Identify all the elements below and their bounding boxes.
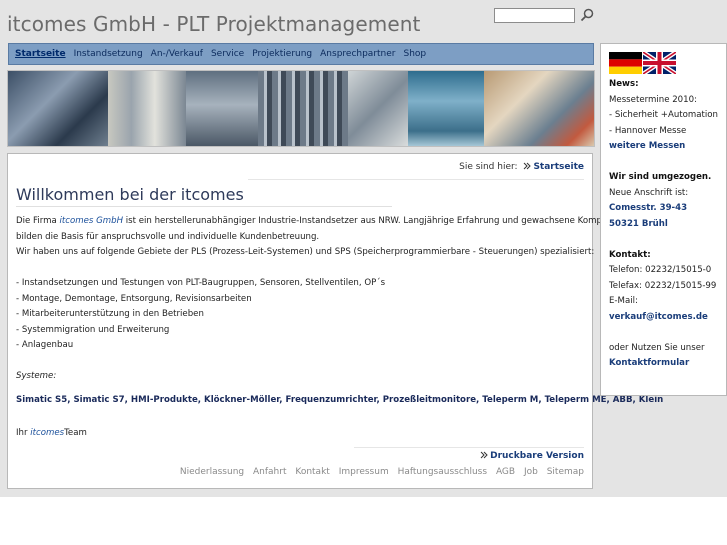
brand-name: itcomes bbox=[30, 427, 65, 438]
systems-label: Systeme: bbox=[16, 371, 57, 381]
news-title: News: bbox=[609, 79, 639, 89]
intro-text-part: Wir haben uns auf folgende Gebiete der P… bbox=[16, 247, 595, 257]
list-item: - Mitarbeiterunterstützung in den Betrie… bbox=[16, 309, 204, 319]
divider bbox=[248, 179, 584, 180]
news-line: - Sicherheit +Automation bbox=[609, 110, 718, 120]
list-item: - Anlagenbau bbox=[16, 340, 74, 350]
brand-name: itcomes GmbH bbox=[59, 216, 124, 226]
footer-link-anfahrt[interactable]: Anfahrt bbox=[253, 467, 286, 477]
contact-fax: Telefax: 02232/15015-99 bbox=[609, 280, 717, 291]
address-street: Comesstr. 39-43 bbox=[609, 203, 688, 213]
intro-text-part: Die Firma bbox=[16, 216, 57, 226]
contact-form-link[interactable]: Kontaktformular bbox=[609, 356, 727, 372]
search-input[interactable] bbox=[494, 8, 575, 23]
breadcrumb-prefix: Sie sind hier: bbox=[459, 162, 518, 172]
footer-link-haftungsausschluss[interactable]: Haftungsausschluss bbox=[398, 467, 487, 477]
arrow-right-icon bbox=[480, 451, 488, 459]
list-item: - Instandsetzungen und Testungen von PLT… bbox=[16, 278, 386, 288]
divider bbox=[354, 447, 584, 448]
list-item: - Montage, Demontage, Entsorgung, Revisi… bbox=[16, 293, 252, 304]
footer-link-sitemap[interactable]: Sitemap bbox=[547, 467, 584, 477]
news-line: - Hannover Messe bbox=[609, 125, 687, 136]
address-city: 50321 Brühl bbox=[609, 218, 668, 229]
nav-item-an-verkauf[interactable]: An-/Verkauf bbox=[151, 49, 203, 59]
intro-text-part: ist ein herstellerunabhängiger Industrie… bbox=[125, 216, 626, 226]
news-line: Messetermine 2010: bbox=[609, 94, 697, 105]
nav-item-shop[interactable]: Shop bbox=[404, 49, 427, 59]
list-item: - Systemmigration und Erweiterung bbox=[16, 324, 170, 335]
contact-email-label: E-Mail: bbox=[609, 296, 638, 306]
print-version-label: Druckbare Version bbox=[490, 451, 584, 461]
footer-links: Niederlassung Anfahrt Kontakt Impressum … bbox=[174, 467, 584, 477]
nav-item-ansprechpartner[interactable]: Ansprechpartner bbox=[320, 49, 395, 59]
german-flag-icon[interactable] bbox=[609, 52, 642, 74]
header-banner-image bbox=[7, 70, 595, 147]
more-fairs-link[interactable]: weitere Messen bbox=[609, 139, 727, 155]
nav-item-service[interactable]: Service bbox=[211, 49, 244, 59]
footer-link-agb[interactable]: AGB bbox=[496, 467, 515, 477]
intro-text-part: bilden die Basis für anspruchsvolle und … bbox=[16, 231, 320, 242]
contact-phone: Telefon: 02232/15015-0 bbox=[609, 265, 712, 275]
nav-item-startseite[interactable]: Startseite bbox=[15, 49, 66, 59]
page-title: Willkommen bei der itcomes bbox=[16, 185, 244, 204]
nav-item-instandsetzung[interactable]: Instandsetzung bbox=[74, 49, 143, 59]
sidebar-text: News: Messetermine 2010: - Sicherheit +A… bbox=[609, 77, 727, 372]
moved-title: Wir sind umgezogen. bbox=[609, 172, 712, 182]
sidebar: News: Messetermine 2010: - Sicherheit +A… bbox=[600, 43, 727, 396]
search-icon[interactable] bbox=[580, 8, 594, 22]
intro-text: Die Firma itcomes GmbH ist ein herstelle… bbox=[16, 214, 664, 441]
divider bbox=[16, 206, 392, 207]
print-version-link[interactable]: Druckbare Version bbox=[477, 451, 584, 461]
contact-form-text: oder Nutzen Sie unser bbox=[609, 342, 705, 353]
footer-link-impressum[interactable]: Impressum bbox=[339, 467, 389, 477]
main-nav: Startseite Instandsetzung An-/Verkauf Se… bbox=[8, 43, 594, 65]
footer-link-job[interactable]: Job bbox=[524, 467, 538, 477]
main-content: Sie sind hier: Startseite Willkommen bei… bbox=[7, 153, 664, 489]
arrow-right-icon bbox=[524, 162, 532, 170]
site-title: itcomes GmbH - PLT Projektmanagement bbox=[7, 12, 421, 36]
uk-flag-icon[interactable] bbox=[643, 52, 676, 74]
footer-link-niederlassung[interactable]: Niederlassung bbox=[180, 467, 244, 477]
signoff-text: Ihr bbox=[16, 427, 28, 438]
signoff-text: Team bbox=[64, 427, 87, 438]
systems-list: Simatic S5, Simatic S7, HMI-Produkte, Kl… bbox=[16, 394, 664, 405]
moved-line: Neue Anschrift ist: bbox=[609, 187, 689, 198]
footer-link-kontakt[interactable]: Kontakt bbox=[295, 467, 329, 477]
nav-item-projektierung[interactable]: Projektierung bbox=[252, 49, 312, 59]
breadcrumb: Sie sind hier: Startseite bbox=[459, 162, 584, 172]
breadcrumb-startseite-link[interactable]: Startseite bbox=[533, 162, 584, 172]
contact-email-link[interactable]: verkauf@itcomes.de bbox=[609, 310, 727, 326]
contact-title: Kontakt: bbox=[609, 249, 651, 260]
